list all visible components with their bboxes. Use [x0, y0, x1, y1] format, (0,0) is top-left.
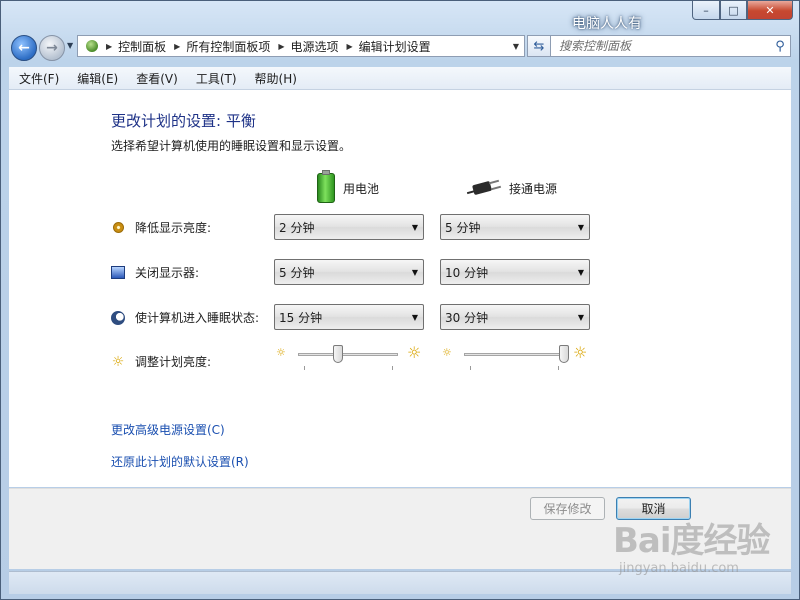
chevron-down-icon: ▼: [411, 312, 419, 322]
page-subtitle: 选择希望计算机使用的睡眠设置和显示设置。: [111, 139, 352, 153]
address-dropdown-icon[interactable]: ▼: [508, 42, 524, 51]
forward-arrow-icon: →: [46, 40, 58, 56]
minimize-button[interactable]: –: [692, 1, 720, 20]
recent-pages-dropdown[interactable]: ▼: [67, 41, 73, 50]
menu-file[interactable]: 文件(F): [9, 70, 67, 87]
baidu-watermark-url: jingyan.baidu.com: [619, 561, 739, 576]
address-bar[interactable]: ▶ 控制面板 ▶ 所有控制面板项 ▶ 电源选项 ▶ 编辑计划设置 ▼: [77, 35, 525, 57]
sleep-battery-select[interactable]: 15 分钟 ▼: [274, 304, 424, 330]
dim-display-plugged-select[interactable]: 5 分钟 ▼: [440, 214, 590, 240]
refresh-button[interactable]: ⇆: [527, 35, 551, 57]
breadcrumb-1[interactable]: ▶ 所有控制面板项: [174, 38, 270, 55]
breadcrumb-arrow-icon: ▶: [346, 41, 353, 51]
menu-bar: 文件(F) 编辑(E) 查看(V) 工具(T) 帮助(H): [9, 67, 791, 90]
chevron-down-icon: ▼: [577, 312, 585, 322]
breadcrumb-2[interactable]: ▶ 电源选项: [278, 38, 338, 55]
sun-small-icon: ☼: [442, 346, 452, 359]
slider-thumb[interactable]: [559, 345, 569, 363]
menu-edit[interactable]: 编辑(E): [67, 70, 126, 87]
breadcrumb-0[interactable]: ▶ 控制面板: [106, 38, 166, 55]
page-title: 更改计划的设置: 平衡: [111, 112, 256, 130]
power-plug-icon: [466, 178, 502, 198]
sun-large-icon: ☼: [407, 343, 422, 362]
dim-display-battery-select[interactable]: 2 分钟 ▼: [274, 214, 424, 240]
chevron-down-icon: ▼: [411, 222, 419, 232]
close-button[interactable]: ✕: [747, 1, 793, 20]
chevron-down-icon: ▼: [577, 267, 585, 277]
baidu-watermark: Bai度经验: [613, 521, 771, 561]
battery-icon: [317, 170, 335, 203]
monitor-clock-icon: [111, 266, 125, 280]
forward-button[interactable]: →: [39, 35, 65, 61]
moon-icon: [111, 310, 125, 325]
breadcrumb-arrow-icon: ▶: [278, 41, 285, 51]
refresh-icon: ⇆: [533, 38, 545, 54]
save-button[interactable]: 保存修改: [530, 497, 605, 520]
sleep-plugged-select[interactable]: 30 分钟 ▼: [440, 304, 590, 330]
turn-off-display-battery-select[interactable]: 5 分钟 ▼: [274, 259, 424, 285]
caption-buttons: – □ ✕: [692, 1, 793, 20]
sun-icon: ☼: [111, 353, 125, 370]
menu-view[interactable]: 查看(V): [126, 70, 186, 87]
content-pane: 更改计划的设置: 平衡 选择希望计算机使用的睡眠设置和显示设置。 用电池 接通电…: [9, 90, 791, 487]
window-title: 电脑人人有: [572, 16, 642, 32]
navigation-bar: ← → ▼ ▶控制面板 ▶所有控制面板项 ▶电源选项 ▶编辑计划设置 ▼ ⇆ ⚲: [9, 33, 791, 61]
column-header-plugged-in: 接通电源: [466, 178, 557, 198]
chevron-down-icon: ▼: [411, 267, 419, 277]
chevron-down-icon: ▼: [577, 222, 585, 232]
row-label-dim-display: 降低显示亮度:: [111, 219, 211, 236]
control-panel-window: 电脑人人有 – □ ✕ ← → ▼ ▶ 控制面板 ▶ 所有控制面板项 ▶ 电源选项 ▶…: [0, 0, 800, 600]
turn-off-display-plugged-select[interactable]: 10 分钟 ▼: [440, 259, 590, 285]
dim-brightness-icon: [111, 221, 125, 235]
maximize-button[interactable]: □: [720, 1, 747, 20]
slider-track: [298, 353, 398, 356]
menu-help[interactable]: 帮助(H): [245, 70, 305, 87]
sun-small-icon: ☼: [276, 346, 286, 359]
sun-large-icon: ☼: [573, 343, 588, 362]
search-input[interactable]: [551, 38, 770, 54]
breadcrumb-arrow-icon: ▶: [106, 41, 113, 51]
restore-defaults-link[interactable]: 还原此计划的默认设置(R): [111, 453, 249, 470]
row-label-brightness: ☼ 调整计划亮度:: [111, 353, 212, 370]
search-box[interactable]: ⚲: [550, 35, 791, 57]
slider-track: [464, 353, 564, 356]
advanced-settings-link[interactable]: 更改高级电源设置(C): [111, 421, 225, 438]
row-label-turn-off-display: 关闭显示器:: [111, 264, 199, 281]
menu-tools[interactable]: 工具(T): [186, 70, 245, 87]
slider-thumb[interactable]: [333, 345, 343, 363]
control-panel-icon: [84, 38, 102, 54]
back-button[interactable]: ←: [11, 35, 37, 61]
breadcrumb-arrow-icon: ▶: [174, 41, 181, 51]
breadcrumb-3[interactable]: ▶ 编辑计划设置: [347, 38, 431, 55]
search-icon[interactable]: ⚲: [770, 39, 790, 54]
column-header-battery: 用电池: [317, 170, 379, 203]
row-label-sleep: 使计算机进入睡眠状态:: [111, 309, 259, 326]
brightness-battery-slider[interactable]: ☼ ☼: [276, 343, 426, 378]
back-arrow-icon: ←: [18, 40, 30, 56]
brightness-plugged-slider[interactable]: ☼ ☼: [442, 343, 592, 378]
